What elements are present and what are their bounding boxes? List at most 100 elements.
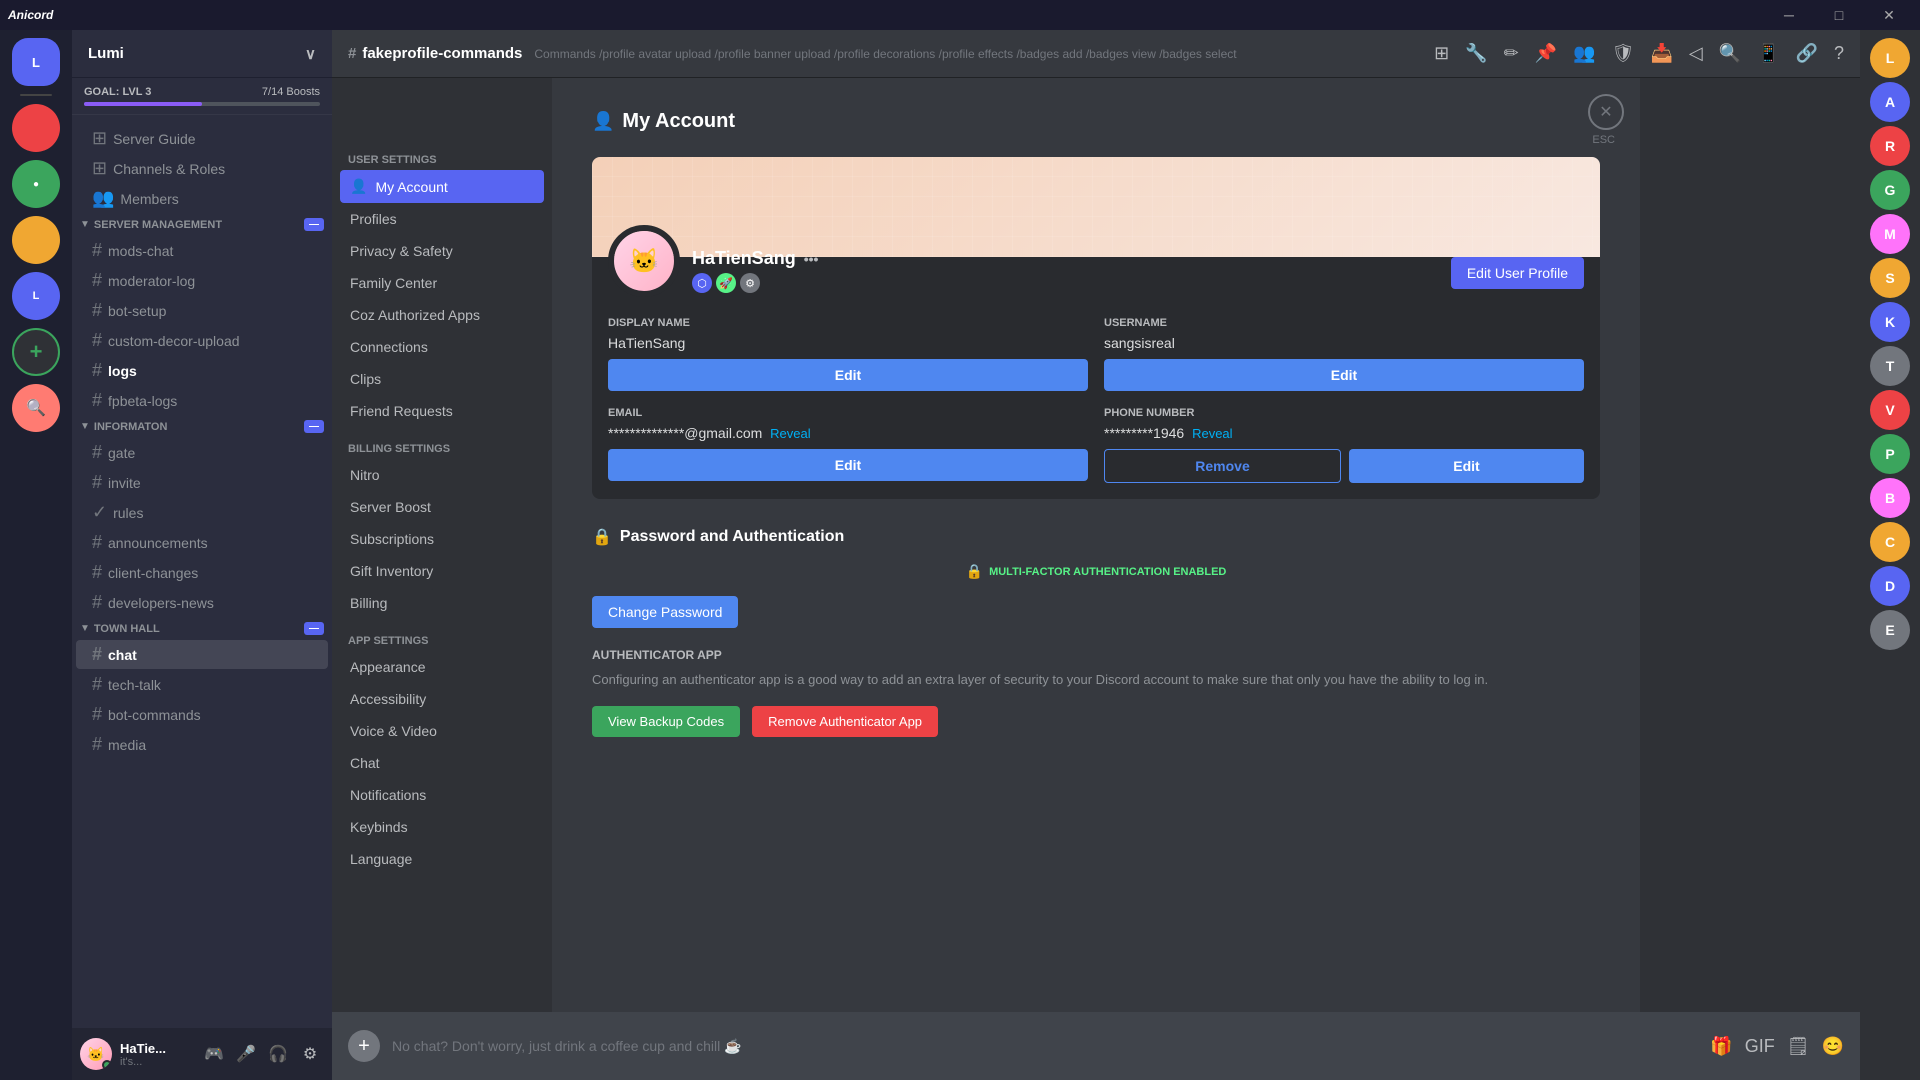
- channel-bot-commands[interactable]: # bot-commands: [76, 700, 328, 729]
- search-icon[interactable]: 🔍: [1719, 43, 1741, 64]
- settings-item-notifications[interactable]: Notifications: [340, 779, 544, 811]
- settings-item-gift-inventory[interactable]: Gift Inventory: [340, 555, 544, 587]
- server-icon-red[interactable]: [12, 104, 60, 152]
- member-avatar-12[interactable]: C: [1870, 522, 1910, 562]
- channel-channels-roles[interactable]: ⊞ Channels & Roles: [76, 154, 328, 183]
- server-icon-add[interactable]: +: [12, 328, 60, 376]
- server-dropdown-icon[interactable]: ∨: [305, 45, 316, 63]
- channel-invite[interactable]: # invite: [76, 468, 328, 497]
- settings-item-billing[interactable]: Billing: [340, 587, 544, 619]
- inbox-icon[interactable]: 📥: [1650, 43, 1672, 64]
- email-reveal-link[interactable]: Reveal: [770, 426, 810, 441]
- settings-item-server-boost[interactable]: Server Boost: [340, 491, 544, 523]
- member-avatar-2[interactable]: A: [1870, 82, 1910, 122]
- more-icon[interactable]: •••: [804, 251, 819, 267]
- edit-phone-button[interactable]: Edit: [1349, 449, 1584, 483]
- user-avatar[interactable]: 🐱: [80, 1038, 112, 1070]
- phone-reveal-link[interactable]: Reveal: [1192, 426, 1232, 441]
- edit-username-button[interactable]: Edit: [1104, 359, 1584, 391]
- members-icon[interactable]: 👥: [1573, 43, 1595, 64]
- gift-icon[interactable]: 🎁: [1710, 1036, 1732, 1057]
- emoji-icon[interactable]: 😊: [1822, 1036, 1844, 1057]
- server-icon-orange[interactable]: [12, 216, 60, 264]
- server-header[interactable]: Lumi ∨: [72, 30, 332, 78]
- tools-icon[interactable]: 🔧: [1465, 43, 1487, 64]
- settings-item-keybinds[interactable]: Keybinds: [340, 811, 544, 843]
- channel-client-changes[interactable]: # client-changes: [76, 558, 328, 587]
- member-avatar-10[interactable]: P: [1870, 434, 1910, 474]
- category-server-management[interactable]: ▼ SERVER MANAGEMENT —: [72, 214, 332, 235]
- change-password-button[interactable]: Change Password: [592, 596, 738, 628]
- member-avatar-4[interactable]: G: [1870, 170, 1910, 210]
- channel-rules[interactable]: ✓ rules: [76, 498, 328, 527]
- close-button[interactable]: ✕: [1588, 94, 1624, 130]
- channel-fpbeta-logs[interactable]: # fpbeta-logs: [76, 386, 328, 415]
- settings-item-authorized-apps[interactable]: Coz Authorized Apps: [340, 299, 544, 331]
- settings-item-profiles[interactable]: Profiles: [340, 203, 544, 235]
- grid-icon[interactable]: ⊞: [1434, 43, 1449, 64]
- settings-item-subscriptions[interactable]: Subscriptions: [340, 523, 544, 555]
- microphone-icon[interactable]: 🎤: [232, 1040, 260, 1068]
- channel-tech-talk[interactable]: # tech-talk: [76, 670, 328, 699]
- settings-item-language[interactable]: Language: [340, 843, 544, 875]
- pencil-icon[interactable]: ✏: [1504, 43, 1519, 64]
- edit-profile-button[interactable]: Edit User Profile: [1451, 257, 1584, 289]
- channel-media[interactable]: # media: [76, 730, 328, 759]
- settings-item-accessibility[interactable]: Accessibility: [340, 683, 544, 715]
- gamepad-icon[interactable]: 🎮: [200, 1040, 228, 1068]
- server-icon-green[interactable]: ●: [12, 160, 60, 208]
- channel-logs[interactable]: # logs: [76, 356, 328, 385]
- member-avatar-11[interactable]: B: [1870, 478, 1910, 518]
- view-backup-codes-button[interactable]: View Backup Codes: [592, 706, 740, 737]
- settings-icon[interactable]: ⚙: [296, 1040, 324, 1068]
- channel-custom-decor[interactable]: # custom-decor-upload: [76, 326, 328, 355]
- settings-item-family[interactable]: Family Center: [340, 267, 544, 299]
- shield-icon[interactable]: 🛡: [1612, 43, 1635, 64]
- member-avatar-14[interactable]: E: [1870, 610, 1910, 650]
- member-avatar-9[interactable]: V: [1870, 390, 1910, 430]
- headphone-icon[interactable]: 🎧: [264, 1040, 292, 1068]
- edit-display-name-button[interactable]: Edit: [608, 359, 1088, 391]
- channel-members[interactable]: 👥 Members: [76, 184, 328, 213]
- settings-item-appearance[interactable]: Appearance: [340, 651, 544, 683]
- settings-item-connections[interactable]: Connections: [340, 331, 544, 363]
- member-avatar-6[interactable]: S: [1870, 258, 1910, 298]
- channel-moderator-log[interactable]: # moderator-log: [76, 266, 328, 295]
- category-town-hall[interactable]: ▼ TOWN HALL —: [72, 618, 332, 639]
- remove-phone-button[interactable]: Remove: [1104, 449, 1341, 483]
- inbox2-icon[interactable]: 📱: [1757, 43, 1779, 64]
- member-avatar-8[interactable]: T: [1870, 346, 1910, 386]
- pin-icon[interactable]: 📌: [1535, 43, 1557, 64]
- channel-bot-setup[interactable]: # bot-setup: [76, 296, 328, 325]
- settings-item-privacy[interactable]: Privacy & Safety: [340, 235, 544, 267]
- member-avatar-3[interactable]: R: [1870, 126, 1910, 166]
- settings-item-nitro[interactable]: Nitro: [340, 459, 544, 491]
- settings-item-voice-video[interactable]: Voice & Video: [340, 715, 544, 747]
- remove-authenticator-button[interactable]: Remove Authenticator App: [752, 706, 938, 737]
- member-avatar-1[interactable]: L: [1870, 38, 1910, 78]
- minimize-button[interactable]: ─: [1766, 0, 1812, 30]
- server-icon-blue2[interactable]: L: [12, 272, 60, 320]
- member-avatar-13[interactable]: D: [1870, 566, 1910, 606]
- category-information[interactable]: ▼ INFORMATON —: [72, 416, 332, 437]
- channel-mods-chat[interactable]: # mods-chat: [76, 236, 328, 265]
- gif-icon[interactable]: GIF: [1745, 1036, 1775, 1057]
- add-attachment-button[interactable]: +: [348, 1030, 380, 1062]
- channel-announcements[interactable]: # announcements: [76, 528, 328, 557]
- settings-item-chat[interactable]: Chat: [340, 747, 544, 779]
- close-button[interactable]: ✕: [1866, 0, 1912, 30]
- settings-item-clips[interactable]: Clips: [340, 363, 544, 395]
- settings-item-my-account[interactable]: 👤 My Account: [340, 170, 544, 203]
- link-icon[interactable]: 🔗: [1796, 43, 1818, 64]
- maximize-button[interactable]: □: [1816, 0, 1862, 30]
- settings-item-friend-requests[interactable]: Friend Requests: [340, 395, 544, 427]
- channel-chat[interactable]: # chat: [76, 640, 328, 669]
- server-icon-explore[interactable]: 🔍: [12, 384, 60, 432]
- channel-developers-news[interactable]: # developers-news: [76, 588, 328, 617]
- member-avatar-5[interactable]: M: [1870, 214, 1910, 254]
- edit-email-button[interactable]: Edit: [608, 449, 1088, 481]
- member-avatar-7[interactable]: K: [1870, 302, 1910, 342]
- chat-input[interactable]: [392, 1038, 1698, 1054]
- back-icon[interactable]: ◁: [1689, 43, 1703, 64]
- channel-gate[interactable]: # gate: [76, 438, 328, 467]
